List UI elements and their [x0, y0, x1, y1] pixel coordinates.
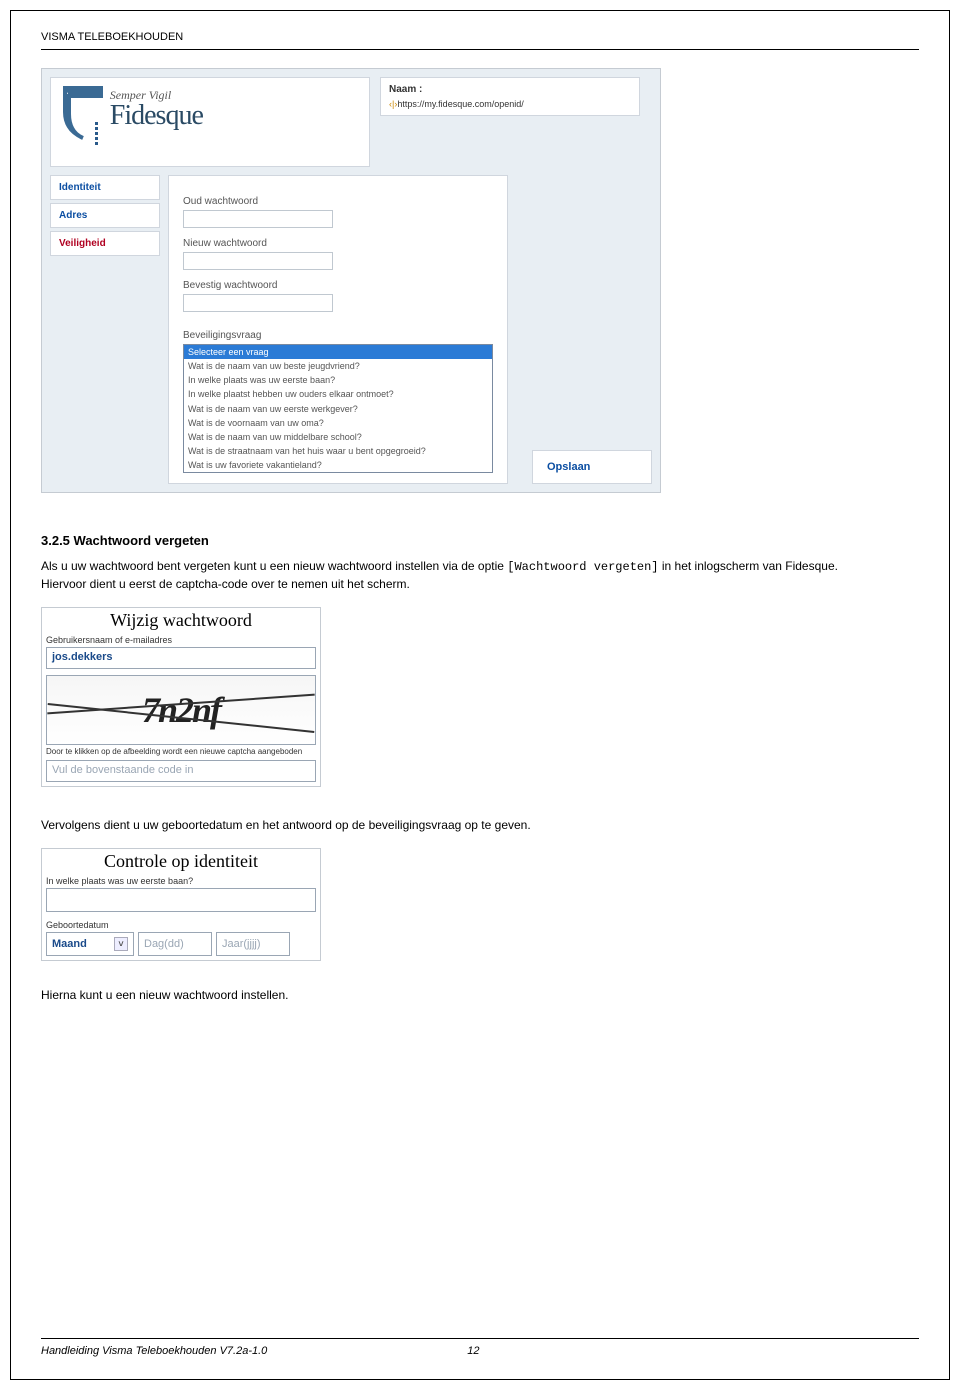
doc-header: VISMA TELEBOEKHOUDEN	[41, 31, 919, 50]
wijzig-wachtwoord-screenshot: Wijzig wachtwoord Gebruikersnaam of e-ma…	[41, 607, 321, 787]
section-paragraph: Als u uw wachtwoord bent vergeten kunt u…	[41, 558, 919, 593]
save-button[interactable]: Opslaan	[547, 461, 590, 473]
question-option[interactable]: In welke plaats was uw eerste baan?	[184, 373, 492, 387]
section-heading: 3.2.5 Wachtwoord vergeten	[41, 533, 919, 548]
question-option[interactable]: Wat is de naam van uw middelbare school?	[184, 430, 492, 444]
footer-left: Handleiding Visma Teleboekhouden V7.2a-1…	[41, 1345, 267, 1357]
label-beveiligingsvraag: Beveiligingsvraag	[183, 330, 493, 341]
fidesque-logo-box: Semper Vigil Fidesque	[50, 77, 370, 167]
identiteit-question: In welke plaats was uw eerste baan?	[46, 876, 318, 886]
footer-page: 12	[467, 1345, 479, 1357]
label-oud: Oud wachtwoord	[183, 196, 493, 207]
nav-adres[interactable]: Adres	[50, 203, 160, 228]
question-option[interactable]: Wat is de naam van uw eerste werkgever?	[184, 402, 492, 416]
maand-select[interactable]: Maand ˅	[46, 932, 134, 956]
side-nav: Identiteit Adres Veiligheid	[50, 175, 160, 484]
label-bevestig: Bevestig wachtwoord	[183, 280, 493, 291]
username-input[interactable]: jos.dekkers	[46, 647, 316, 669]
wachtwoord-vergeten-link: [Wachtwoord vergeten]	[507, 560, 658, 574]
question-option[interactable]: Selecteer een vraag	[184, 345, 492, 359]
question-option[interactable]: In welke plaatst hebben uw ouders elkaar…	[184, 387, 492, 401]
captcha-image[interactable]: 7n2nf	[46, 675, 316, 745]
security-question-dropdown[interactable]: Selecteer een vraag Wat is de naam van u…	[183, 344, 493, 473]
logo-brand: Fidesque	[110, 103, 203, 128]
naam-box: Naam : ‹|›https://my.fidesque.com/openid…	[380, 77, 640, 116]
fidesque-screenshot: Semper Vigil Fidesque Naam : ‹|›https://…	[41, 68, 661, 493]
chevron-down-icon: ˅	[114, 937, 128, 951]
wijzig-sub: Gebruikersnaam of e-mailadres	[46, 635, 318, 645]
dag-input[interactable]: Dag(dd)	[138, 932, 212, 956]
question-option[interactable]: Wat is de straatnaam van het huis waar u…	[184, 444, 492, 458]
input-oud[interactable]	[183, 210, 333, 228]
naam-url: ‹|›https://my.fidesque.com/openid/	[389, 99, 631, 109]
captcha-hint: Door te klikken op de afbeelding wordt e…	[46, 747, 316, 756]
hierna-text: Hierna kunt u een nieuw wachtwoord inste…	[41, 987, 919, 1004]
captcha-input[interactable]: Vul de bovenstaande code in	[46, 760, 316, 782]
naam-label: Naam :	[389, 84, 631, 95]
jaar-input[interactable]: Jaar(jjjj)	[216, 932, 290, 956]
doc-footer: Handleiding Visma Teleboekhouden V7.2a-1…	[41, 1338, 919, 1357]
label-nieuw: Nieuw wachtwoord	[183, 238, 493, 249]
question-option[interactable]: Wat is de naam van uw beste jeugdvriend?	[184, 359, 492, 373]
input-bevestig[interactable]	[183, 294, 333, 312]
nav-identiteit[interactable]: Identiteit	[50, 175, 160, 200]
vervolgens-text: Vervolgens dient u uw geboortedatum en h…	[41, 817, 919, 834]
save-box: Opslaan	[532, 450, 652, 484]
geboortedatum-label: Geboortedatum	[46, 920, 318, 930]
logo-dots-icon	[95, 122, 99, 147]
controle-identiteit-screenshot: Controle op identiteit In welke plaats w…	[41, 848, 321, 961]
password-form: Oud wachtwoord Nieuw wachtwoord Bevestig…	[168, 175, 508, 484]
input-nieuw[interactable]	[183, 252, 333, 270]
identiteit-answer-input[interactable]	[46, 888, 316, 912]
nav-veiligheid[interactable]: Veiligheid	[50, 231, 160, 256]
wijzig-title: Wijzig wachtwoord	[44, 610, 318, 631]
question-option[interactable]: Wat is uw favoriete vakantieland?	[184, 458, 492, 472]
question-option[interactable]: Wat is de voornaam van uw oma?	[184, 416, 492, 430]
identiteit-title: Controle op identiteit	[44, 851, 318, 872]
